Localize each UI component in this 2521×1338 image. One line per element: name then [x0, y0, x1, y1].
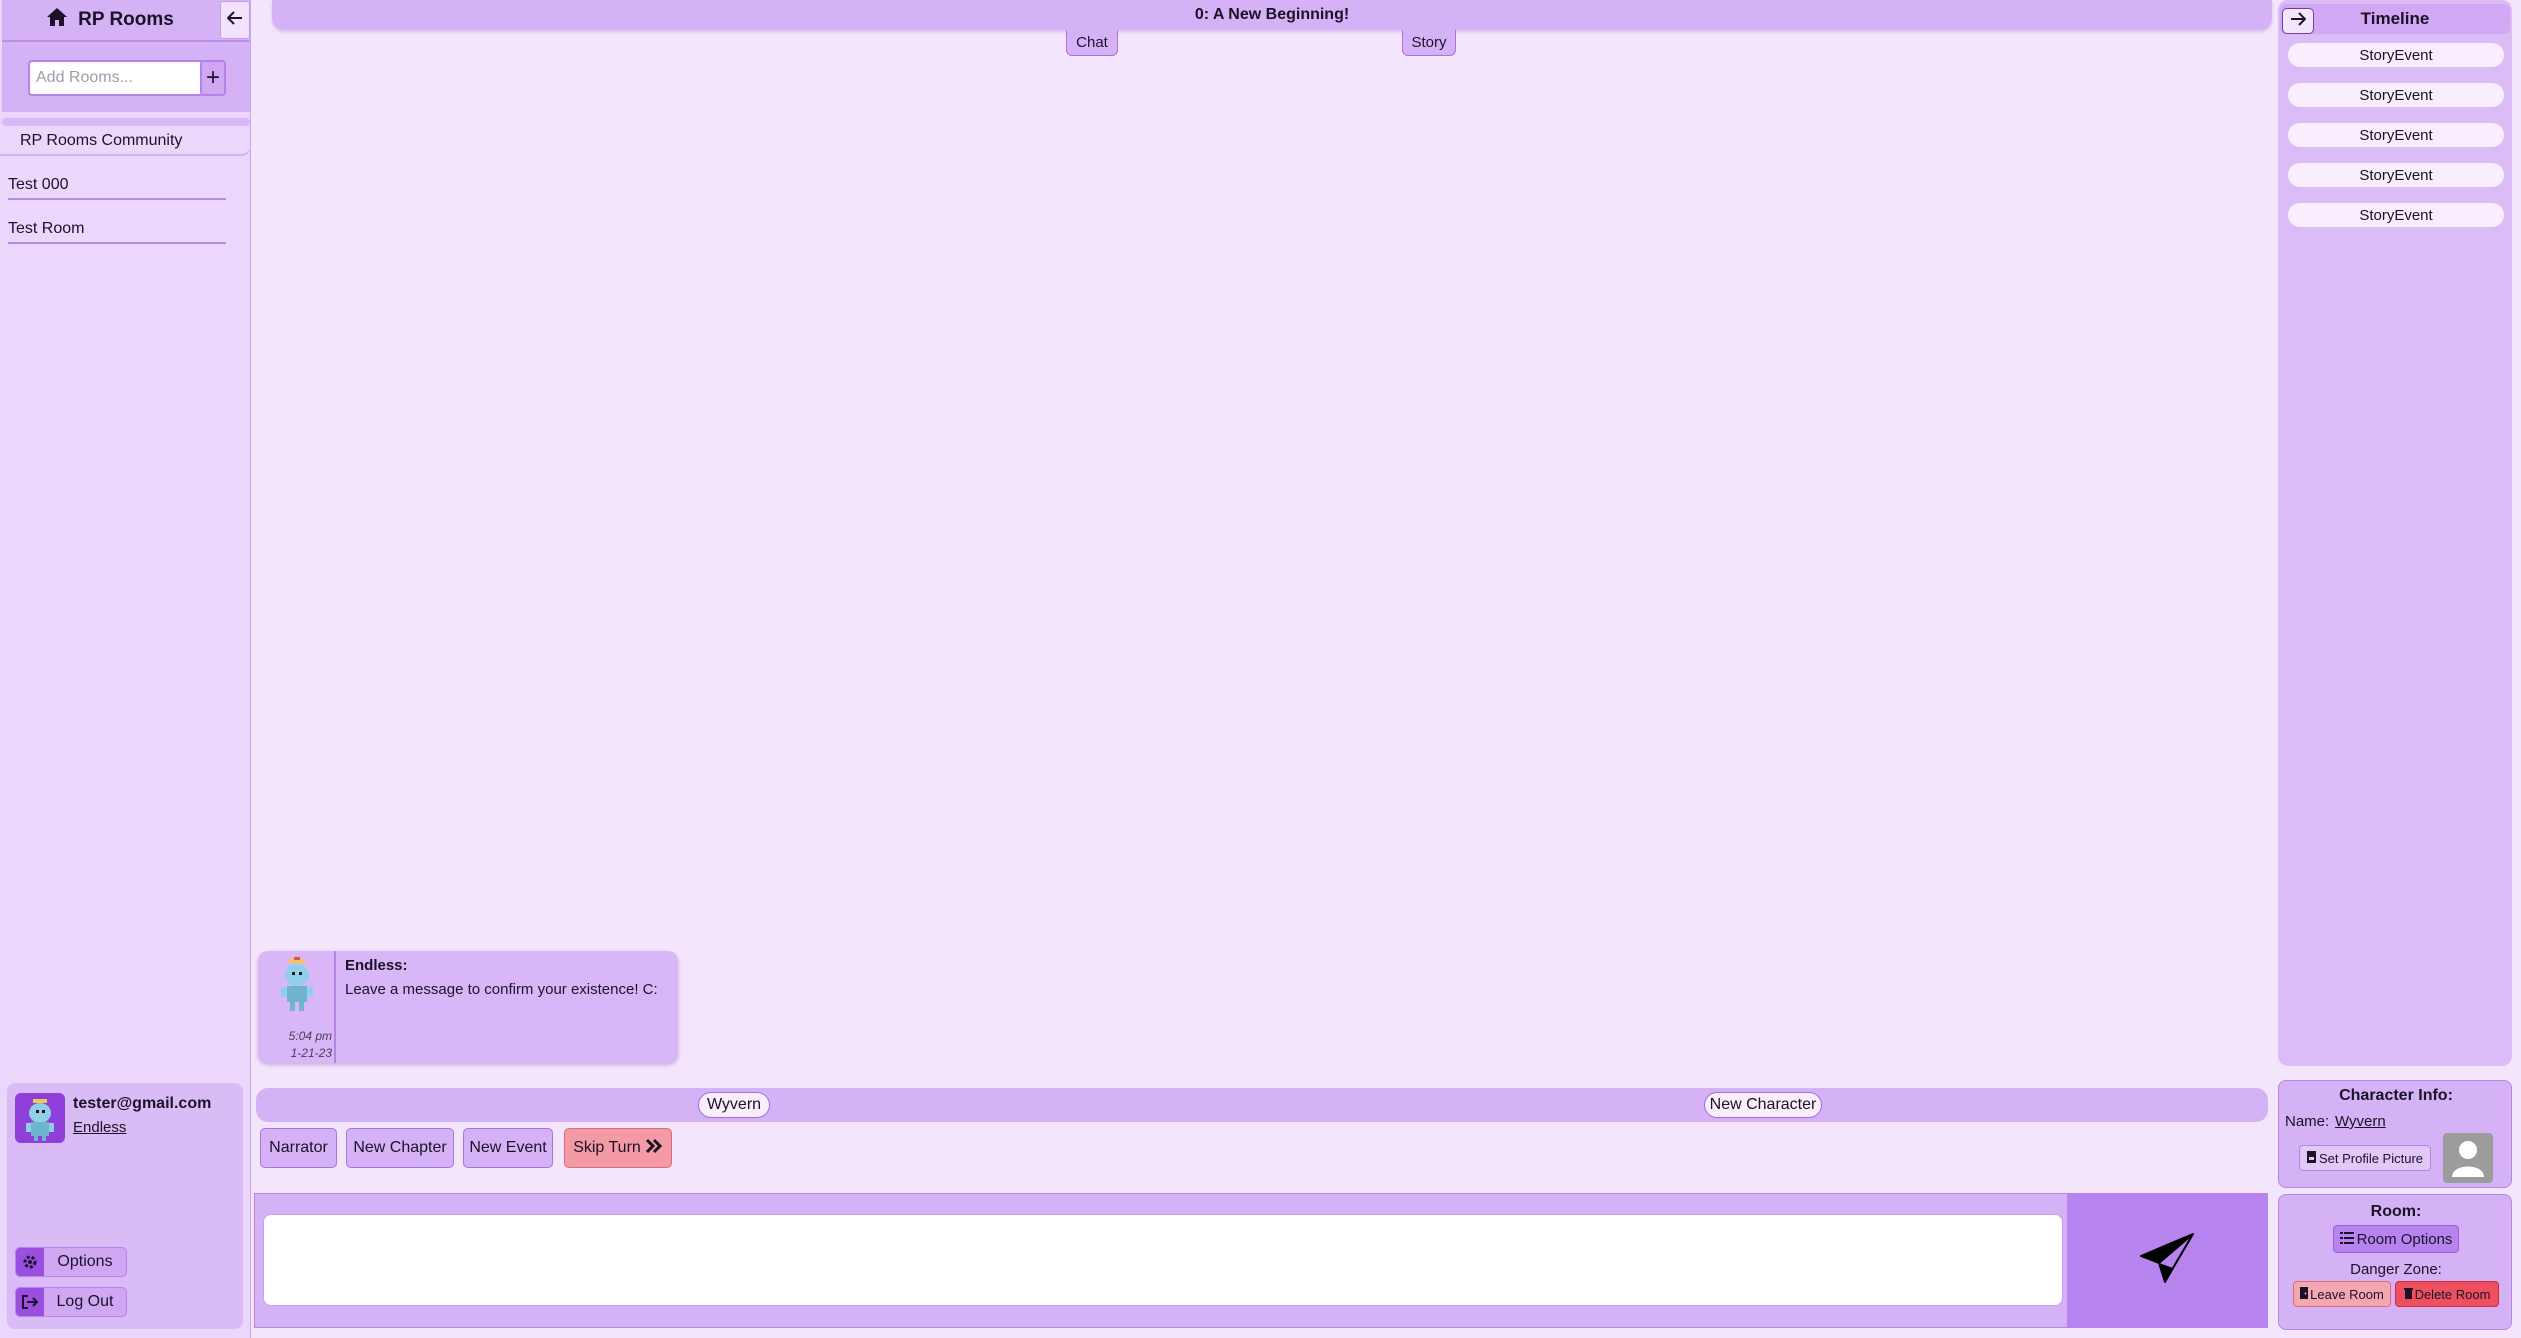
- timeline-event-label: StoryEvent: [2359, 206, 2433, 224]
- gear-icon: [16, 1248, 44, 1276]
- community-label: RP Rooms Community: [20, 132, 183, 149]
- send-button[interactable]: [2067, 1194, 2267, 1327]
- room-label: Test 000: [8, 176, 69, 193]
- logout-label: Log Out: [56, 1293, 114, 1310]
- timeline-event-label: StoryEvent: [2359, 46, 2433, 64]
- timeline-event[interactable]: StoryEvent: [2288, 83, 2504, 107]
- new-chapter-button[interactable]: New Chapter: [346, 1128, 454, 1168]
- arrow-left-icon: [226, 10, 243, 30]
- character-tab-new-character[interactable]: New Character: [1704, 1092, 1822, 1118]
- character-tab-label: New Character: [1709, 1096, 1817, 1113]
- community-section[interactable]: RP Rooms Community: [0, 128, 251, 156]
- character-tab-bar: Wyvern New Character: [256, 1088, 2268, 1122]
- room-label: Test Room: [8, 220, 85, 237]
- chapter-title-label: 0: A New Beginning!: [1194, 6, 1350, 23]
- message-avatar-column: 5:04 pm 1-21-23: [258, 951, 336, 1063]
- leave-room-button[interactable]: Leave Room: [2293, 1281, 2391, 1307]
- message-time: 5:04 pm: [288, 1029, 332, 1043]
- timeline-event-label: StoryEvent: [2359, 166, 2433, 184]
- set-profile-picture-button[interactable]: Set Profile Picture: [2299, 1145, 2431, 1171]
- timeline-event[interactable]: StoryEvent: [2288, 123, 2504, 147]
- logout-button[interactable]: Log Out: [15, 1287, 127, 1317]
- brand-label: RP Rooms: [78, 9, 174, 30]
- character-info-panel: Character Info: Name: Wyvern Set Profile…: [2278, 1080, 2512, 1188]
- home-icon: [46, 7, 68, 33]
- message-author: Endless:: [345, 957, 408, 974]
- add-room-button[interactable]: +: [200, 60, 226, 96]
- message-composer: [254, 1193, 2268, 1328]
- character-name-label: Name:: [2285, 1113, 2330, 1130]
- tab-chat[interactable]: Chat: [1066, 30, 1118, 56]
- timeline-event[interactable]: StoryEvent: [2288, 203, 2504, 227]
- character-tab-wyvern[interactable]: Wyvern: [698, 1092, 770, 1118]
- tab-chat-label: Chat: [1076, 34, 1108, 51]
- plus-icon: +: [205, 64, 220, 91]
- logout-icon: [16, 1288, 44, 1316]
- arrow-right-icon: [2290, 11, 2307, 31]
- room-title: Room:: [2370, 1203, 2422, 1220]
- timeline-event-label: StoryEvent: [2359, 126, 2433, 144]
- add-room-input[interactable]: [28, 60, 204, 96]
- message-input[interactable]: [263, 1214, 2063, 1306]
- narrator-button[interactable]: Narrator: [260, 1128, 337, 1168]
- avatar[interactable]: [15, 1093, 65, 1143]
- room-item[interactable]: Test Room: [8, 216, 226, 244]
- double-chevron-right-icon: [645, 1138, 663, 1159]
- timeline-event[interactable]: StoryEvent: [2288, 163, 2504, 187]
- user-panel: tester@gmail.com Endless Options Log Out: [7, 1083, 243, 1329]
- chat-message: 5:04 pm 1-21-23 Endless: Leave a message…: [258, 951, 678, 1063]
- profile-placeholder-icon: [2443, 1133, 2493, 1183]
- new-chapter-label: New Chapter: [353, 1139, 447, 1156]
- avatar[interactable]: [274, 957, 320, 1017]
- options-label: Options: [57, 1253, 113, 1270]
- room-options-label: Room Options: [2356, 1230, 2453, 1248]
- message-date: 1-21-23: [290, 1046, 332, 1060]
- character-info-title: Character Info:: [2339, 1087, 2453, 1104]
- tab-story[interactable]: Story: [1402, 30, 1456, 56]
- delete-room-button[interactable]: Delete Room: [2395, 1281, 2499, 1307]
- brand-bar: RP Rooms: [2, 0, 250, 42]
- image-file-icon: [2306, 1150, 2316, 1166]
- trash-icon: [2403, 1287, 2413, 1302]
- options-button[interactable]: Options: [15, 1247, 127, 1277]
- room-panel: Room: Room Options Danger Zone: Leave Ro…: [2278, 1194, 2512, 1330]
- timeline-event[interactable]: StoryEvent: [2288, 43, 2504, 67]
- timeline-event-label: StoryEvent: [2359, 86, 2433, 104]
- new-event-label: New Event: [469, 1139, 547, 1156]
- collapse-sidebar-button[interactable]: [220, 1, 250, 39]
- message-text: Leave a message to confirm your existenc…: [345, 981, 658, 998]
- door-icon: [2300, 1286, 2309, 1302]
- room-item[interactable]: Test 000: [8, 172, 226, 200]
- skip-turn-button[interactable]: Skip Turn: [564, 1128, 672, 1168]
- room-options-button[interactable]: Room Options: [2333, 1225, 2459, 1253]
- narrator-label: Narrator: [269, 1139, 328, 1156]
- leave-room-label: Leave Room: [2310, 1286, 2384, 1302]
- left-sidebar: RP Rooms + RP Rooms Community Test 000 T…: [0, 0, 251, 1338]
- new-event-button[interactable]: New Event: [463, 1128, 553, 1168]
- set-profile-picture-label: Set Profile Picture: [2318, 1150, 2424, 1166]
- character-tab-label: Wyvern: [706, 1096, 762, 1113]
- user-character-link[interactable]: Endless: [73, 1119, 126, 1136]
- chat-area[interactable]: [254, 30, 2270, 1070]
- timeline-title: Timeline: [2280, 4, 2510, 34]
- chapter-title: 0: A New Beginning!: [272, 0, 2272, 30]
- danger-zone-label: Danger Zone:: [2350, 1261, 2442, 1278]
- character-name-link[interactable]: Wyvern: [2335, 1113, 2386, 1130]
- user-email: tester@gmail.com: [73, 1095, 212, 1112]
- skip-turn-label: Skip Turn: [573, 1139, 641, 1156]
- tab-story-label: Story: [1411, 34, 1447, 51]
- community-divider: [2, 118, 250, 126]
- paper-plane-icon: [2139, 1232, 2195, 1289]
- list-icon: [2339, 1231, 2354, 1248]
- home-link[interactable]: RP Rooms: [2, 0, 218, 40]
- timeline-panel: Timeline StoryEvent StoryEvent StoryEven…: [2278, 0, 2512, 1066]
- collapse-timeline-button[interactable]: [2282, 8, 2314, 34]
- delete-room-label: Delete Room: [2414, 1286, 2491, 1302]
- timeline-title-label: Timeline: [2360, 9, 2430, 28]
